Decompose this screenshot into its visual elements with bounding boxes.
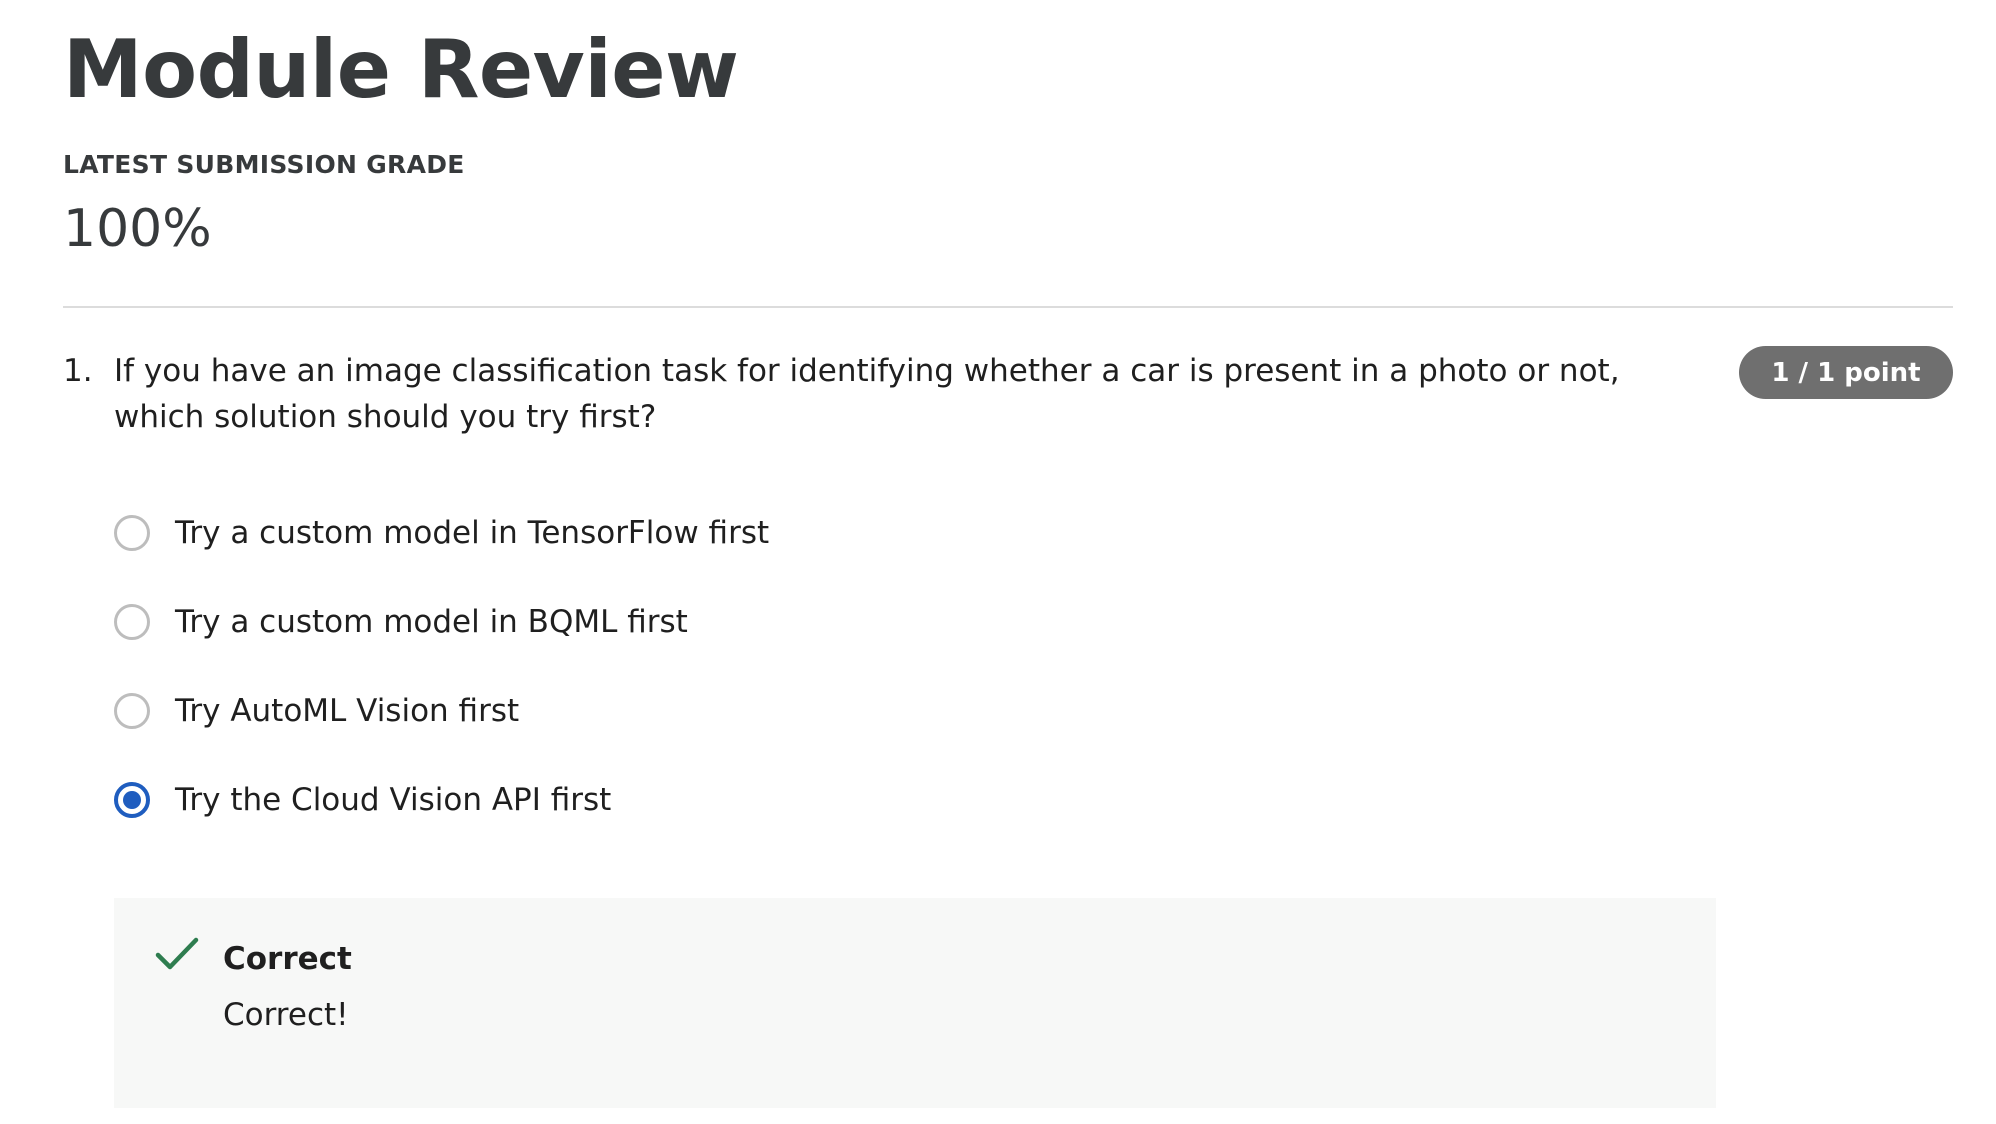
page-title: Module Review xyxy=(63,23,739,116)
feedback-title: Correct xyxy=(223,941,352,977)
radio-button-selected[interactable] xyxy=(114,782,150,818)
question-number: 1. xyxy=(63,353,93,389)
answer-option-label: Try AutoML Vision first xyxy=(175,693,520,729)
answer-option-selected[interactable]: Try the Cloud Vision API first xyxy=(114,776,1614,865)
section-divider xyxy=(63,306,1953,308)
feedback-panel: Correct Correct! xyxy=(114,898,1716,1108)
answer-option[interactable]: Try a custom model in TensorFlow first xyxy=(114,509,1614,598)
radio-button[interactable] xyxy=(114,515,150,551)
grade-label: LATEST SUBMISSION GRADE xyxy=(63,150,465,179)
answer-option[interactable]: Try AutoML Vision first xyxy=(114,687,1614,776)
checkmark-icon xyxy=(155,937,199,970)
answer-option[interactable]: Try a custom model in BQML first xyxy=(114,598,1614,687)
radio-button[interactable] xyxy=(114,693,150,729)
feedback-text: Correct! xyxy=(223,997,349,1033)
answer-option-label: Try the Cloud Vision API first xyxy=(175,782,612,818)
answer-option-label: Try a custom model in BQML first xyxy=(175,604,688,640)
grade-value: 100% xyxy=(63,199,212,259)
answer-options: Try a custom model in TensorFlow first T… xyxy=(114,509,1614,865)
radio-button[interactable] xyxy=(114,604,150,640)
question-text: If you have an image classification task… xyxy=(114,353,1620,435)
points-badge: 1 / 1 point xyxy=(1739,346,1953,399)
answer-option-label: Try a custom model in TensorFlow first xyxy=(175,515,770,551)
